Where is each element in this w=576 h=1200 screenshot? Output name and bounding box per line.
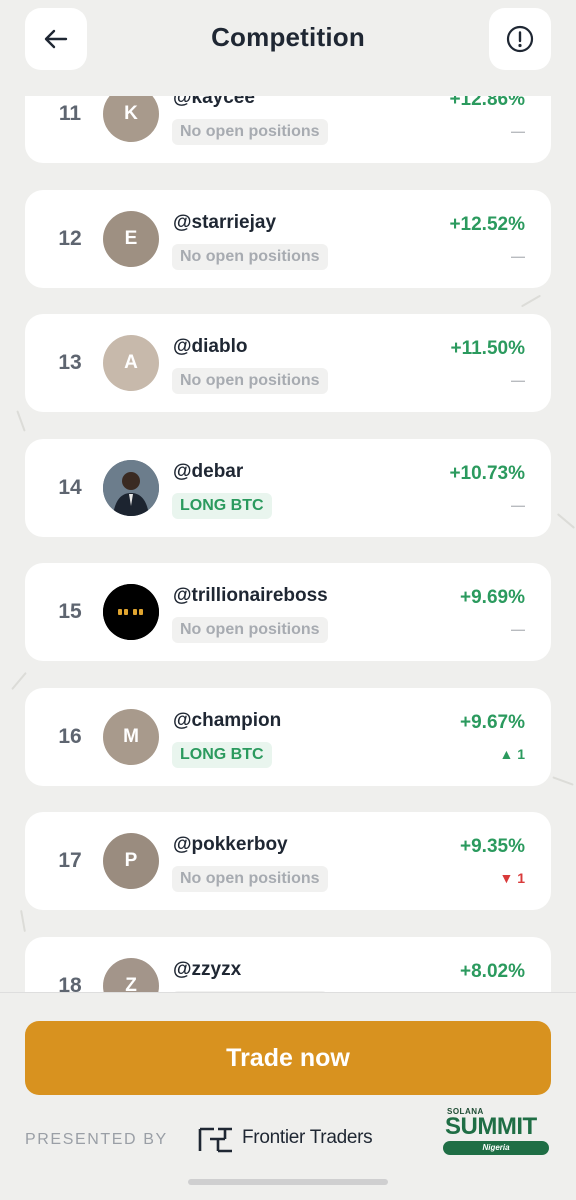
- avatar: [103, 459, 159, 516]
- leaderboard-row[interactable]: 12 E @starriejay No open positions +12.52% —: [25, 189, 551, 288]
- leaderboard-row[interactable]: 14 @debar LONG BTC +10.73% —: [25, 438, 551, 537]
- quote-marks-logo-icon: [103, 584, 159, 640]
- position-status-badge: No open positions: [172, 866, 328, 892]
- position-status-badge: No open positions: [172, 119, 328, 145]
- pnl-percent: +11.50%: [450, 338, 526, 359]
- leaderboard-row[interactable]: 13 A @diablo No open positions +11.50% —: [25, 314, 551, 412]
- app-header: Competition: [0, 0, 576, 96]
- pnl-percent: +12.52%: [449, 213, 525, 235]
- username: @debar: [173, 460, 244, 482]
- leaderboard-row[interactable]: 17 P @pokkerboy No open positions +9.35% ▼ 1: [25, 812, 551, 910]
- rank-change-indicator: —: [511, 123, 525, 139]
- username: @kaycee: [173, 96, 255, 108]
- avatar: P: [103, 833, 159, 889]
- username: @starriejay: [173, 211, 277, 233]
- rank-change-indicator: —: [511, 496, 525, 513]
- frontier-traders-logo: Frontier Traders: [198, 1123, 373, 1153]
- footer: Trade now PRESENTED BY Frontier Traders …: [0, 992, 576, 1200]
- rank-change-indicator: —: [511, 247, 525, 264]
- avatar: M: [103, 708, 159, 765]
- rank-number: 16: [58, 724, 82, 748]
- position-status-badge: No open positions: [172, 617, 328, 643]
- info-button[interactable]: [489, 8, 551, 70]
- pnl-percent: +9.69%: [460, 587, 525, 608]
- username: @champion: [173, 709, 282, 731]
- leaderboard-row[interactable]: 15 @trillionaireboss No open positions +9.6…: [25, 563, 551, 661]
- rank-number: 15: [58, 600, 82, 623]
- summit-logo-sub: Nigeria: [443, 1141, 549, 1155]
- username: @pokkerboy: [173, 834, 288, 855]
- leaderboard-row[interactable]: 18Z@zzyzxNo open positions+8.02%: [25, 936, 551, 993]
- rank-number: 13: [58, 351, 82, 374]
- avatar: [103, 584, 159, 640]
- pnl-percent: +9.67%: [460, 711, 525, 733]
- rank-number: 14: [58, 475, 82, 499]
- frontier-traders-mark-icon: [198, 1127, 232, 1153]
- home-indicator: [188, 1179, 388, 1185]
- leaderboard-row[interactable]: 16 M @champion LONG BTC +9.67% ▲ 1: [25, 687, 551, 786]
- rank-number: 18: [58, 973, 82, 993]
- pnl-percent: +9.35%: [460, 836, 525, 857]
- rank-number: 12: [58, 226, 82, 250]
- username: @zzyzx: [173, 958, 242, 980]
- position-status-badge: No open positions: [172, 368, 328, 394]
- leaderboard-row[interactable]: 11 K @kaycee No open positions +12.86% —: [25, 96, 551, 163]
- rank-number: 11: [58, 102, 82, 125]
- rank-change-indicator: —: [511, 621, 525, 637]
- person-photo-icon: [103, 459, 159, 516]
- rank-change-indicator: ▼ 1: [499, 870, 525, 886]
- rank-number: 17: [58, 849, 82, 872]
- avatar: E: [103, 210, 159, 267]
- avatar: A: [103, 335, 159, 391]
- username: @diablo: [173, 336, 248, 357]
- rank-change-indicator: —: [511, 372, 525, 388]
- sponsor-name: Frontier Traders: [242, 1127, 373, 1148]
- trade-now-button[interactable]: Trade now: [25, 1021, 551, 1095]
- position-status-badge: LONG BTC: [172, 741, 272, 768]
- rank-change-indicator: ▲ 1: [499, 745, 525, 762]
- summit-logo-word: SUMMIT: [445, 1113, 537, 1140]
- avatar: Z: [103, 957, 159, 992]
- solana-summit-logo: SOLANA SUMMIT Nigeria: [443, 1107, 551, 1157]
- presented-by-label: PRESENTED BY: [25, 1131, 168, 1148]
- position-status-badge: LONG BTC: [172, 492, 272, 519]
- pnl-percent: +8.02%: [460, 960, 525, 982]
- position-status-badge: No open positions: [172, 243, 328, 270]
- username: @trillionaireboss: [173, 585, 328, 606]
- info-circle-icon: [506, 25, 534, 53]
- pnl-percent: +12.86%: [449, 96, 525, 110]
- leaderboard-list[interactable]: 11 K @kaycee No open positions +12.86% — 12 E @s…: [0, 96, 576, 992]
- avatar: K: [103, 96, 159, 142]
- pnl-percent: +10.73%: [449, 462, 525, 484]
